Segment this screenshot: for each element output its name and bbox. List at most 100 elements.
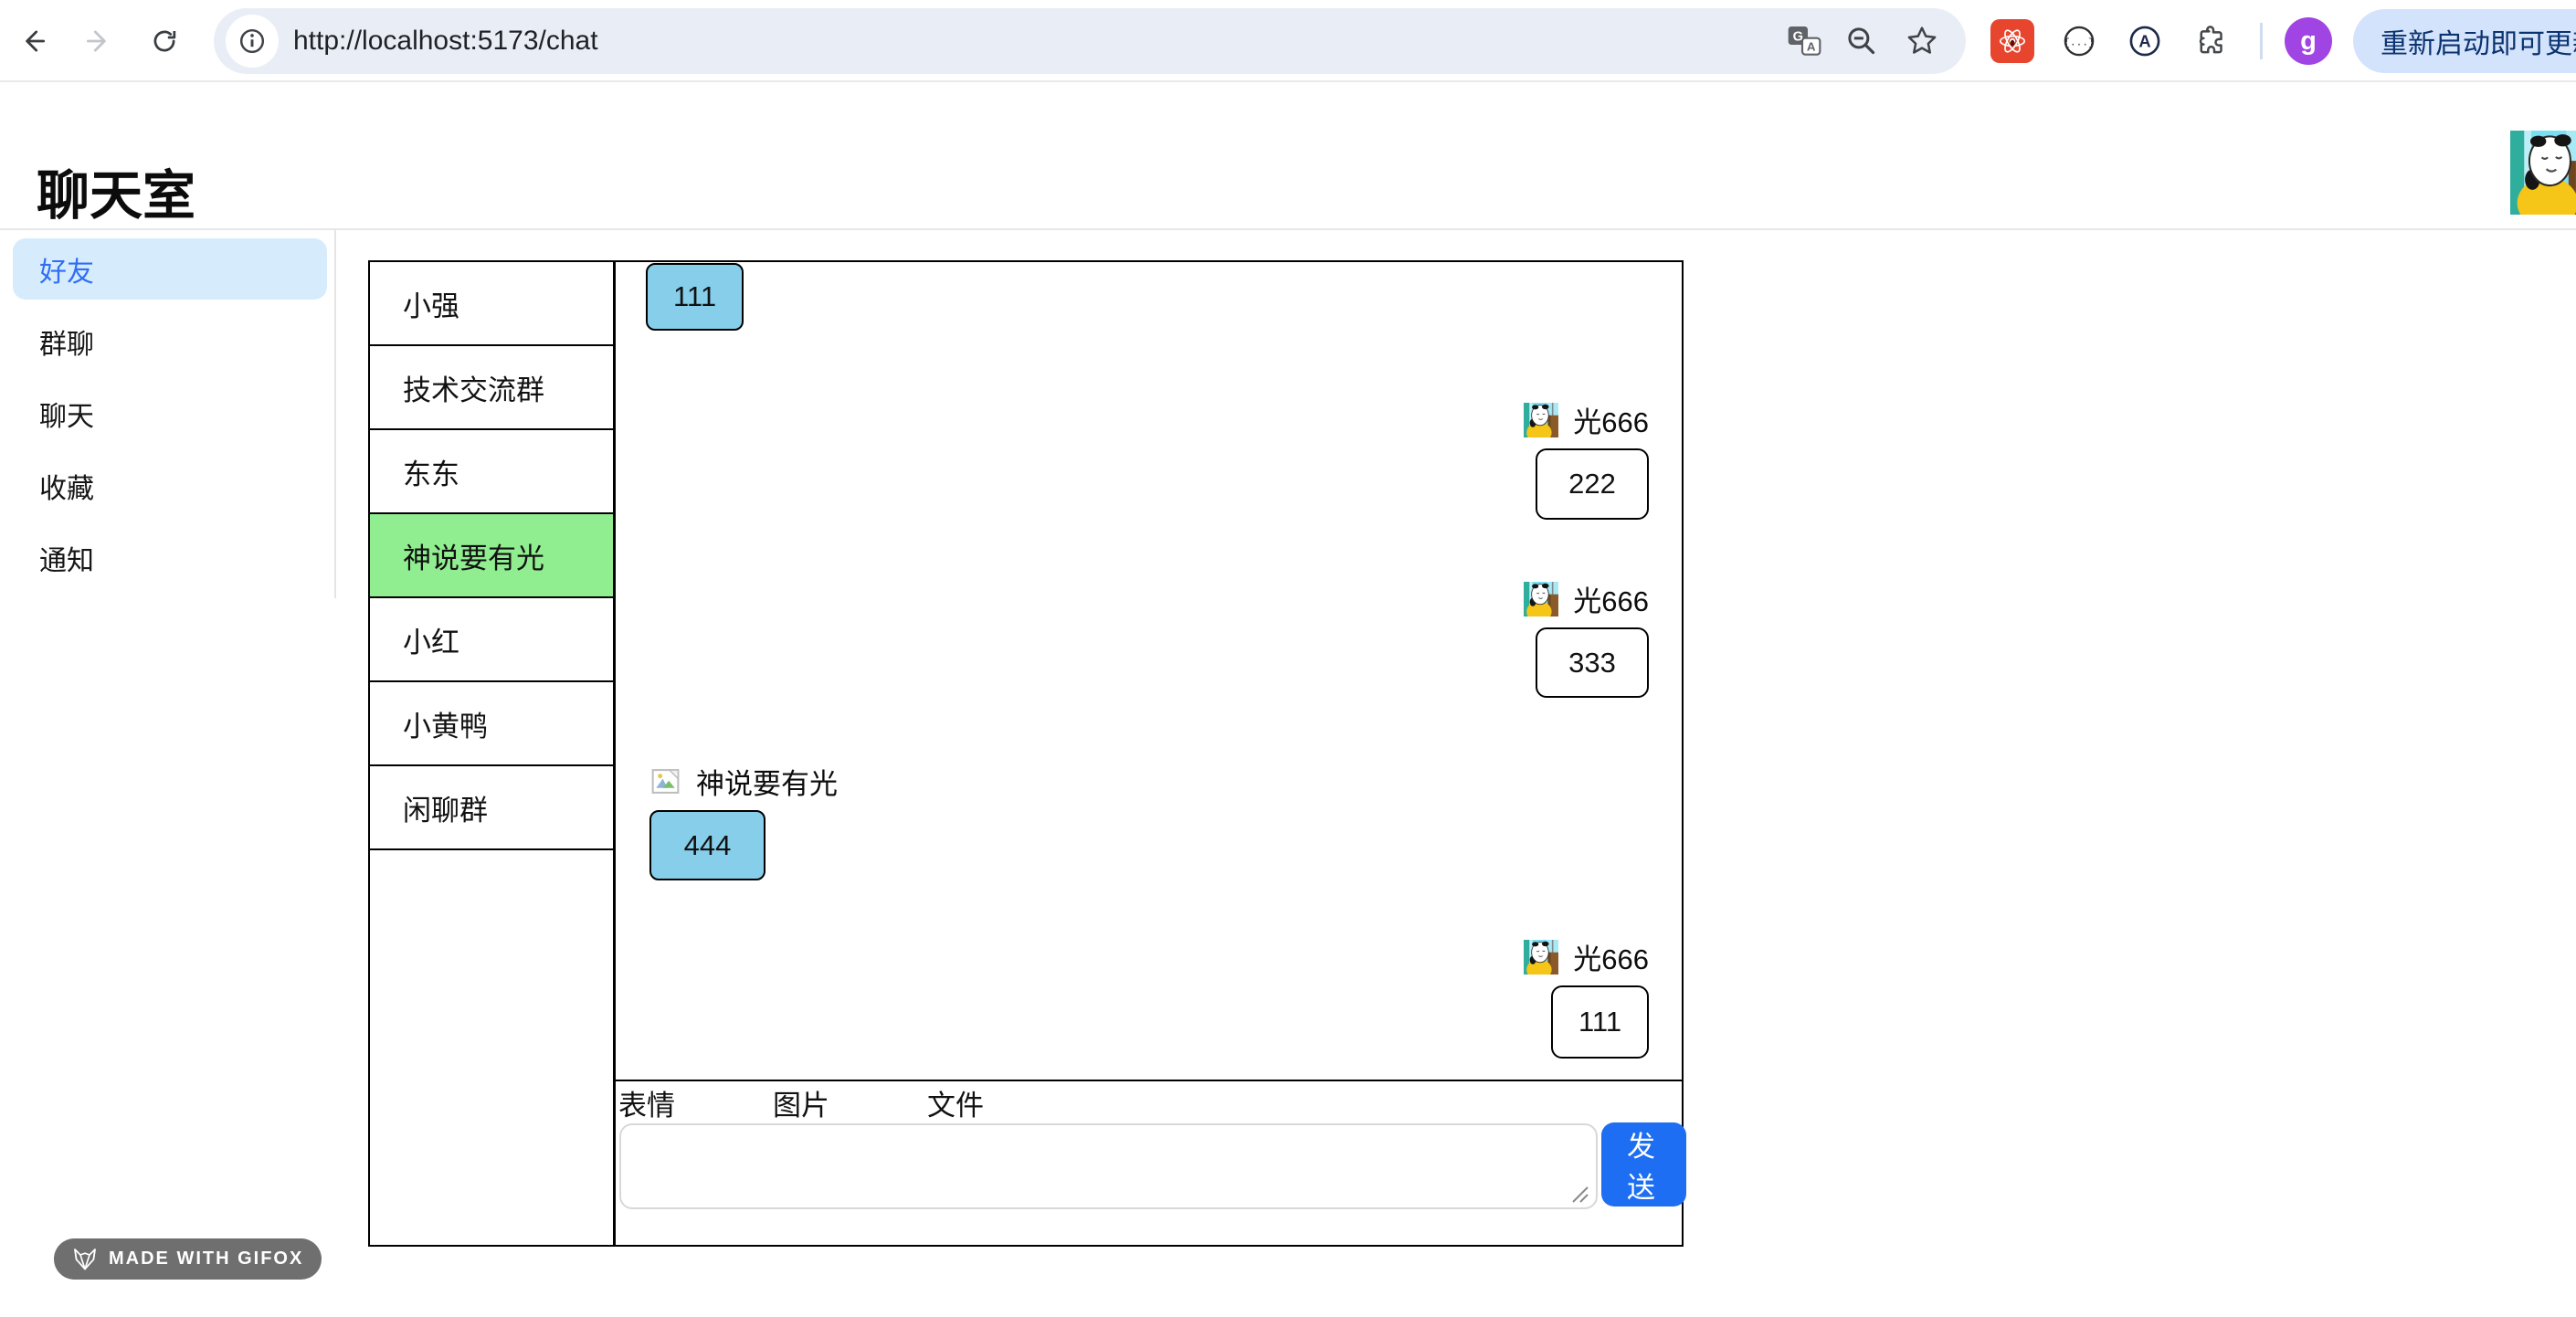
message-header: 神说要有光	[649, 761, 838, 802]
message-author: 神说要有光	[696, 761, 838, 802]
translate-button[interactable]: G A	[1784, 21, 1824, 61]
site-info-button[interactable]	[226, 15, 279, 68]
sidebar-nav: 好友 群聊 聊天 收藏 通知	[13, 238, 327, 599]
relaunch-to-update-button[interactable]: 重新启动即可更新	[2353, 9, 2576, 73]
sidebar-item-label: 好友	[39, 249, 94, 290]
message-bubble: 111	[646, 263, 744, 331]
sidebar-item-friends[interactable]: 好友	[13, 238, 327, 300]
svg-text:A: A	[2138, 32, 2150, 51]
svg-text:{...}: {...}	[2064, 38, 2094, 49]
zoom-out-icon	[1843, 23, 1880, 59]
star-icon	[1904, 23, 1940, 59]
file-upload-button[interactable]: 文件	[927, 1082, 984, 1123]
sidebar-item-label: 群聊	[39, 321, 94, 362]
reload-icon	[149, 26, 180, 57]
user-avatar-icon	[1524, 403, 1558, 437]
puzzle-icon	[2192, 23, 2229, 59]
browser-reload-button[interactable]	[143, 20, 185, 62]
relaunch-to-update-label: 重新启动即可更新	[2381, 21, 2576, 61]
info-icon	[236, 25, 269, 58]
meme-avatar-icon	[2510, 131, 2576, 215]
a-badge-icon: A	[2126, 22, 2164, 60]
react-devtools-extension-button[interactable]	[1990, 19, 2034, 63]
current-user-avatar[interactable]	[2510, 131, 2576, 215]
page-title: 聊天室	[37, 153, 195, 229]
sidebar-item-group-chat[interactable]: 群聊	[13, 311, 327, 372]
message-header: 光666	[1524, 936, 1649, 977]
message-bubble: 444	[649, 810, 765, 880]
message-bubble: 111	[1551, 985, 1649, 1059]
header-divider	[0, 228, 2576, 230]
bookmark-button[interactable]	[1902, 21, 1942, 61]
message-input[interactable]	[619, 1123, 1598, 1209]
contact-row[interactable]: 东东	[370, 430, 613, 514]
message-row: 光666 333	[1524, 578, 1649, 698]
contact-name: 小强	[403, 283, 459, 324]
translate-icon: G A	[1786, 23, 1822, 59]
sidebar-item-notifications[interactable]: 通知	[13, 527, 327, 588]
user-avatar-icon	[1524, 582, 1558, 616]
contact-row[interactable]: 小红	[370, 598, 613, 682]
message-bubble: 333	[1536, 627, 1649, 698]
contact-name: 小黄鸭	[403, 703, 488, 744]
message-list: 111 光666 222 光666 333 神说要有光	[616, 262, 1682, 1080]
broken-image-icon	[649, 765, 681, 797]
a-letter-extension-button[interactable]: A	[2123, 19, 2167, 63]
message-text: 444	[684, 829, 732, 862]
made-with-gifox-badge[interactable]: MADE WITH GIFOX	[54, 1238, 322, 1280]
emoji-button[interactable]: 表情	[618, 1082, 675, 1123]
sidebar-item-chat[interactable]: 聊天	[13, 383, 327, 444]
message-text: 111	[673, 280, 716, 313]
sidebar-divider	[334, 230, 336, 598]
message-author: 光666	[1573, 936, 1649, 977]
message-text: 111	[1578, 1006, 1621, 1038]
sidebar-item-label: 通知	[39, 538, 94, 578]
send-button[interactable]: 发送	[1601, 1122, 1686, 1206]
send-button-label: 发送	[1610, 1123, 1681, 1206]
braces-icon: {...}	[2060, 22, 2098, 60]
zoom-out-button[interactable]	[1842, 21, 1882, 61]
chat-panel: 111 光666 222 光666 333 神说要有光	[614, 260, 1684, 1247]
browser-toolbar: http://localhost:5173/chat G A	[0, 0, 2576, 82]
message-author: 光666	[1573, 399, 1649, 440]
contact-name: 闲聊群	[403, 787, 488, 828]
contact-row[interactable]: 闲聊群	[370, 766, 613, 850]
sidebar-item-favorites[interactable]: 收藏	[13, 455, 327, 516]
message-header: 光666	[1524, 578, 1649, 619]
browser-forward-button[interactable]	[78, 20, 120, 62]
profile-initial: g	[2300, 26, 2317, 57]
browser-back-button[interactable]	[12, 20, 54, 62]
message-text: 222	[1568, 468, 1616, 500]
json-viewer-extension-button[interactable]: {...}	[2057, 19, 2101, 63]
message-author: 光666	[1573, 578, 1649, 619]
message-text: 333	[1568, 647, 1616, 680]
browser-profile-button[interactable]: g	[2285, 17, 2332, 65]
message-header: 光666	[1524, 399, 1649, 440]
gifox-fox-icon	[72, 1248, 98, 1271]
message-row: 光666 222	[1524, 399, 1649, 520]
image-upload-button[interactable]: 图片	[773, 1082, 829, 1123]
react-devtools-icon	[1996, 25, 2029, 58]
contact-list: 小强 技术交流群 东东 神说要有光 小红 小黄鸭 闲聊群	[368, 260, 615, 1247]
message-bubble: 222	[1536, 448, 1649, 520]
url-text[interactable]: http://localhost:5173/chat	[293, 26, 598, 57]
svg-text:A: A	[1807, 39, 1816, 53]
extensions-menu-button[interactable]	[2189, 19, 2233, 63]
composer: 发送	[616, 1123, 1682, 1245]
forward-icon	[83, 26, 114, 57]
contact-row[interactable]: 小强	[370, 262, 613, 346]
contact-row[interactable]: 小黄鸭	[370, 682, 613, 766]
message-row: 神说要有光 444	[649, 761, 838, 880]
contact-row-selected[interactable]: 神说要有光	[370, 514, 613, 598]
toolbar-separator	[2260, 23, 2263, 59]
address-bar[interactable]: http://localhost:5173/chat	[214, 8, 1966, 74]
message-row: 111	[646, 263, 744, 331]
contact-name: 东东	[403, 451, 459, 492]
user-avatar-icon	[1524, 940, 1558, 975]
sidebar-item-label: 聊天	[39, 394, 94, 434]
textarea-resize-handle[interactable]	[1568, 1182, 1591, 1206]
contact-name: 小红	[403, 619, 459, 660]
sidebar-item-label: 收藏	[39, 466, 94, 506]
message-row: 光666 111	[1524, 936, 1649, 1059]
contact-row[interactable]: 技术交流群	[370, 346, 613, 430]
